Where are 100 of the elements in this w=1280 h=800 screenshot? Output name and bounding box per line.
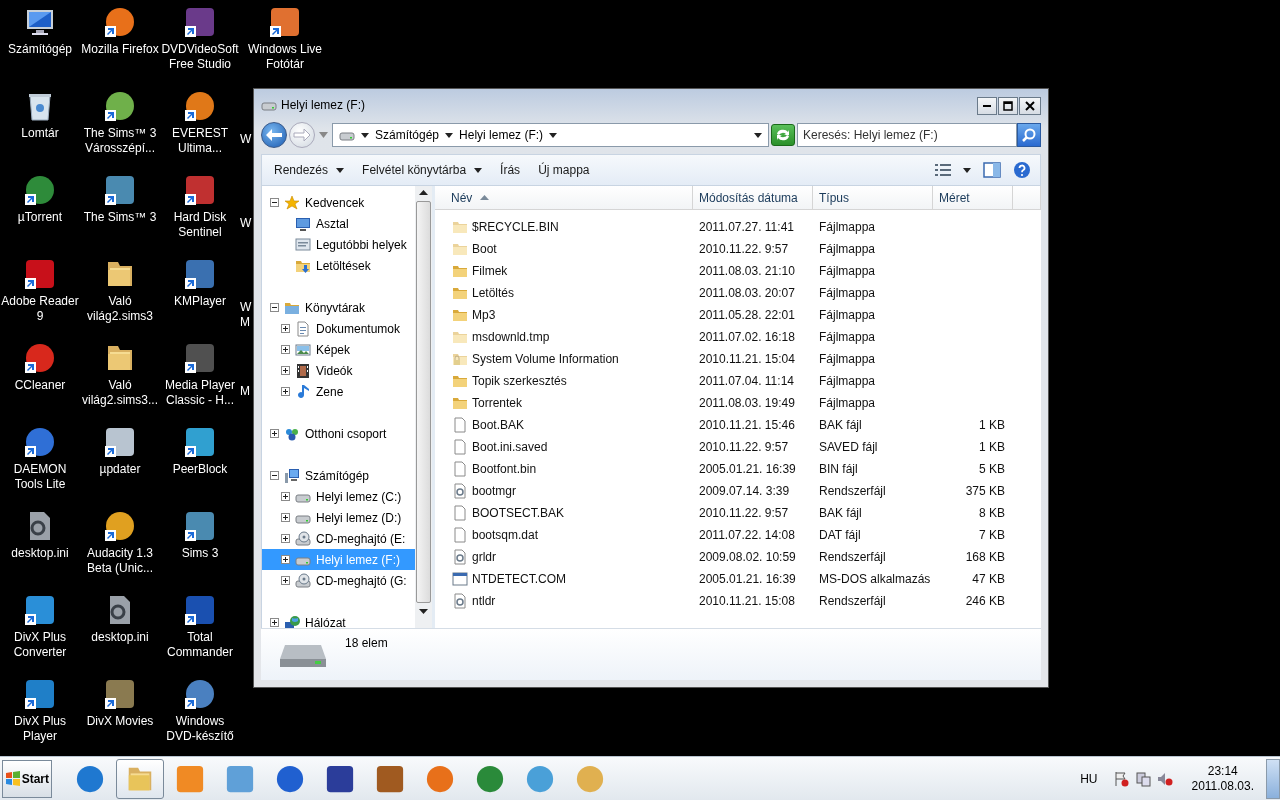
icon-label[interactable]: desktop.ini — [91, 630, 149, 645]
icon-label[interactable]: Lomtár — [21, 126, 59, 141]
file-name[interactable]: Bootfont.bin — [472, 462, 537, 476]
file-name[interactable]: Letöltés — [472, 286, 515, 300]
tree-item[interactable]: Hálózat — [262, 612, 415, 628]
maximize-button[interactable] — [998, 97, 1018, 115]
back-button[interactable] — [261, 122, 287, 148]
icon-label[interactable]: DVDVideoSoft Free Studio — [161, 42, 239, 72]
file-name[interactable]: Boot.BAK — [472, 418, 525, 432]
icon-label[interactable]: Windows Live Fotótár — [248, 42, 322, 72]
icon-label[interactable]: Számítógép — [7, 42, 72, 57]
icon-label[interactable]: µTorrent — [17, 210, 63, 225]
search-button[interactable] — [1017, 123, 1041, 147]
scrollbar[interactable] — [415, 186, 432, 628]
tree-item[interactable]: Asztal — [262, 213, 415, 234]
minimize-button[interactable] — [977, 97, 997, 115]
column-header[interactable]: Típus — [813, 186, 933, 209]
tree-item[interactable]: Videók — [262, 360, 415, 381]
language-indicator[interactable]: HU — [1080, 771, 1098, 786]
tree-item[interactable]: Helyi lemez (D:) — [262, 507, 415, 528]
tree-item[interactable]: CD-meghajtó (G: — [262, 570, 415, 591]
column-header[interactable]: Név — [435, 186, 693, 209]
search-field[interactable]: Keresés: Helyi lemez (F:) — [797, 123, 1017, 147]
file-name[interactable]: msdownld.tmp — [472, 330, 550, 344]
tree-item[interactable]: Dokumentumok — [262, 318, 415, 339]
icon-label[interactable]: DivX Plus Player — [14, 714, 66, 744]
file-name[interactable]: ntldr — [472, 594, 496, 608]
close-button[interactable] — [1019, 97, 1041, 115]
file-name[interactable]: Torrentek — [472, 396, 523, 410]
dropdown-icon[interactable] — [754, 132, 762, 138]
icon-label[interactable]: W — [240, 216, 252, 231]
file-name[interactable]: Filmek — [472, 264, 508, 278]
expand-icon[interactable] — [281, 387, 290, 396]
tree-item[interactable]: Könyvtárak — [262, 297, 415, 318]
icon-label[interactable]: Audacity 1.3 Beta (Unic... — [86, 546, 153, 576]
file-name[interactable]: Boot.ini.saved — [472, 440, 548, 454]
file-name[interactable]: $RECYCLE.BIN — [472, 220, 559, 234]
collapse-icon[interactable] — [270, 471, 279, 480]
column-header[interactable]: Módosítás dátuma — [693, 186, 813, 209]
tree-item[interactable]: Helyi lemez (C:) — [262, 486, 415, 507]
file-name[interactable]: System Volume Information — [472, 352, 619, 366]
icon-label[interactable]: PeerBlock — [172, 462, 228, 477]
collapse-icon[interactable] — [270, 303, 279, 312]
expand-icon[interactable] — [281, 576, 290, 585]
tree-item[interactable]: Otthoni csoport — [262, 423, 415, 444]
tree-item[interactable]: Legutóbbi helyek — [262, 234, 415, 255]
icon-label[interactable]: DAEMON Tools Lite — [13, 462, 67, 492]
icon-label[interactable]: Hard Disk Sentinel — [173, 210, 227, 240]
icon-label[interactable]: Adobe Reader 9 — [1, 294, 79, 324]
tree-item[interactable]: Számítógép — [262, 465, 415, 486]
file-name[interactable]: Boot — [472, 242, 497, 256]
file-name[interactable]: bootmgr — [472, 484, 517, 498]
clock[interactable]: 23:14 2011.08.03. — [1191, 763, 1254, 794]
toolbar-button[interactable]: Új mappa — [530, 159, 598, 181]
collapse-icon[interactable] — [270, 198, 279, 207]
expand-icon[interactable] — [270, 429, 279, 438]
icon-label[interactable]: µpdater — [99, 462, 141, 477]
breadcrumb-item[interactable]: Számítógép — [375, 128, 440, 142]
file-name[interactable]: bootsqm.dat — [472, 528, 539, 542]
flag-icon[interactable] — [1113, 770, 1130, 787]
expand-icon[interactable] — [281, 534, 290, 543]
tree-item[interactable]: CD-meghajtó (E: — [262, 528, 415, 549]
network-icon[interactable] — [1135, 770, 1152, 787]
icon-label[interactable]: The Sims™ 3 Városszépí... — [83, 126, 157, 156]
file-name[interactable]: grldr — [472, 550, 496, 564]
icon-label[interactable]: KMPlayer — [174, 294, 226, 309]
column-header[interactable]: Méret — [933, 186, 1013, 209]
expand-icon[interactable] — [281, 366, 290, 375]
show-desktop-button[interactable] — [1266, 758, 1280, 799]
icon-label[interactable]: The Sims™ 3 — [83, 210, 157, 225]
expand-icon[interactable] — [270, 618, 279, 627]
up-arrow-icon[interactable] — [419, 190, 428, 195]
file-name[interactable]: BOOTSECT.BAK — [472, 506, 565, 520]
icon-label[interactable]: Windows DVD-készítő — [166, 714, 234, 744]
icon-label[interactable]: CCleaner — [14, 378, 66, 393]
breadcrumb-item[interactable]: Helyi lemez (F:) — [459, 128, 544, 142]
icon-label[interactable]: DivX Plus Converter — [13, 630, 67, 660]
tree-item[interactable]: Képek — [262, 339, 415, 360]
tree-item[interactable]: Kedvencek — [262, 192, 415, 213]
toolbar-button[interactable]: Írás — [492, 159, 529, 181]
expand-icon[interactable] — [281, 513, 290, 522]
tree-item[interactable]: Zene — [262, 381, 415, 402]
start-button[interactable]: Start — [2, 759, 52, 798]
expand-icon[interactable] — [281, 324, 290, 333]
icon-label[interactable]: Való világ2.sims3 — [87, 294, 153, 324]
icon-label[interactable]: EVEREST Ultima... — [172, 126, 228, 156]
icon-label[interactable]: W M — [240, 300, 252, 330]
down-arrow-icon[interactable] — [419, 609, 428, 614]
icon-label[interactable]: Total Commander — [167, 630, 233, 660]
toolbar-button[interactable]: Rendezés — [266, 159, 353, 181]
address-bar[interactable]: Számítógép Helyi lemez (F:) — [332, 123, 769, 147]
icon-label[interactable]: DivX Movies — [86, 714, 154, 729]
icon-label[interactable]: M — [240, 384, 250, 399]
expand-icon[interactable] — [281, 492, 290, 501]
file-name[interactable]: NTDETECT.COM — [472, 572, 566, 586]
icon-label[interactable]: Mozilla Firefox — [81, 42, 159, 57]
refresh-button[interactable] — [771, 124, 795, 146]
expand-icon[interactable] — [281, 555, 290, 564]
icon-label[interactable]: Media Player Classic - H... — [165, 378, 235, 408]
icon-label[interactable]: desktop.ini — [11, 546, 69, 561]
